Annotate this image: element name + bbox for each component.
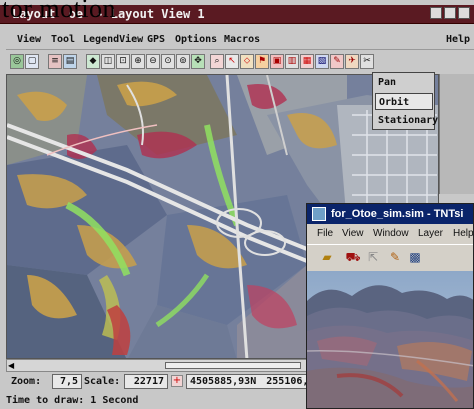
time-to-draw: Time to draw: 1 Second (6, 395, 139, 406)
scrollbar-thumb[interactable] (165, 362, 301, 369)
pan-icon[interactable]: ✥ (191, 54, 205, 69)
tools-icon[interactable]: ✂ (360, 54, 374, 69)
scale-field[interactable]: 22717 (124, 374, 168, 389)
overlay-caption: tor motion (2, 0, 117, 23)
gps-icon[interactable]: ⚑ (255, 54, 269, 69)
sim-menu-view[interactable]: View (342, 228, 364, 240)
select-icon[interactable]: ⌕ (210, 54, 224, 69)
maximize-button[interactable] (444, 7, 456, 19)
sim-toolbar: ▰ ⛟ ⇱ ✎ ▩ (307, 244, 473, 272)
close-button[interactable] (458, 7, 470, 19)
sim-menu-bar: File View Window Layer Help (307, 225, 473, 243)
minimize-button[interactable] (430, 7, 442, 19)
right-panel-strip (439, 74, 474, 194)
legend-icon[interactable]: ≡ (48, 54, 62, 69)
folder-icon[interactable]: ▰ (319, 249, 335, 265)
sim-menu-window[interactable]: Window (373, 228, 409, 240)
camera-icon[interactable]: ⛟ (345, 249, 361, 265)
map-icon[interactable]: ▩ (407, 249, 423, 265)
coordinates-north: 4505885,93N (190, 376, 257, 387)
zoom-fit-icon[interactable]: ⊚ (176, 54, 190, 69)
3d-icon[interactable]: ▦ (300, 54, 314, 69)
simulation-icon[interactable]: ✈ (345, 54, 359, 69)
terrain-image (307, 271, 473, 408)
info-icon[interactable]: ↖ (225, 54, 239, 69)
zoom-label: Zoom: (11, 376, 42, 387)
measure-icon[interactable]: ⬦ (240, 54, 254, 69)
sim-window-title: for_Otoe_sim.sim - TNTsi (331, 208, 464, 220)
table-icon[interactable]: ▧ (315, 54, 329, 69)
menu-tool[interactable]: Tool (51, 32, 75, 48)
app-icon (312, 207, 326, 221)
arrows-icon[interactable]: ⇱ (365, 249, 381, 265)
crosshair-icon[interactable]: + (171, 375, 183, 387)
zoom-extent-icon[interactable]: ◎ (10, 54, 24, 69)
menu-bar: View Tool LegendView GPS Options Macros … (6, 31, 474, 50)
menu-gps[interactable]: GPS (147, 32, 165, 48)
save-icon[interactable]: ▥ (285, 54, 299, 69)
dropdown-item-stationary[interactable]: Stationary (375, 112, 438, 129)
pencil-icon[interactable]: ✎ (387, 249, 403, 265)
fit-icon[interactable]: ▢ (25, 54, 39, 69)
zoom-full-icon[interactable]: ⊙ (161, 54, 175, 69)
3d-terrain-view[interactable] (307, 271, 473, 408)
motion-mode-dropdown: Pan Orbit Stationary (372, 72, 438, 130)
sim-menu-help[interactable]: Help (453, 228, 473, 240)
sim-title-bar[interactable]: for_Otoe_sim.sim - TNTsi (307, 204, 473, 224)
sim-menu-layer[interactable]: Layer (418, 228, 443, 240)
menu-help[interactable]: Help (446, 32, 470, 48)
scroll-left-icon[interactable]: ◀ (8, 361, 14, 370)
zoom-next-icon[interactable]: ⊖ (146, 54, 160, 69)
menu-macros[interactable]: Macros (224, 32, 260, 48)
zoom-box-icon[interactable]: ⊡ (116, 54, 130, 69)
dropdown-item-pan[interactable]: Pan (375, 74, 433, 91)
coordinates-field: 4505885,93N 255106,10E (186, 374, 312, 389)
simulation-window: for_Otoe_sim.sim - TNTsi File View Windo… (306, 203, 474, 409)
sketch-icon[interactable]: ✎ (330, 54, 344, 69)
zoom-in-icon[interactable]: ◆ (86, 54, 100, 69)
zoom-field[interactable]: 7,5 (52, 374, 82, 389)
scale-label: Scale: (84, 376, 121, 387)
menu-view[interactable]: View (17, 32, 41, 48)
dropdown-item-orbit[interactable]: Orbit (375, 93, 433, 110)
menu-legendview[interactable]: LegendView (83, 32, 143, 48)
sim-menu-file[interactable]: File (317, 228, 333, 240)
zoom-out-icon[interactable]: ◫ (101, 54, 115, 69)
print-icon[interactable]: ▣ (270, 54, 284, 69)
layer-icon[interactable]: ▤ (63, 54, 77, 69)
menu-options[interactable]: Options (175, 32, 217, 48)
zoom-previous-icon[interactable]: ⊕ (131, 54, 145, 69)
